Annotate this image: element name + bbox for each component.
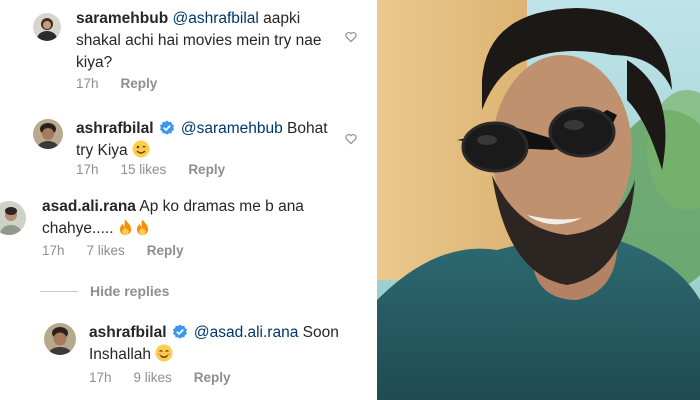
reply-button[interactable]: Reply (188, 162, 225, 177)
comment-likes[interactable]: 9 likes (134, 370, 172, 385)
comment-likes[interactable]: 7 likes (87, 243, 125, 258)
comment-body: asad.ali.rana Ap ko dramas me b ana chah… (42, 196, 332, 240)
fire-emoji-icon (118, 219, 133, 236)
comment-time: 17h (76, 162, 99, 177)
comment-username[interactable]: ashrafbilal (89, 324, 167, 341)
avatar[interactable] (33, 119, 63, 149)
comment-mention[interactable]: @ashrafbilal (172, 10, 258, 27)
comment-time: 17h (42, 243, 65, 258)
hide-replies-label: Hide replies (90, 283, 170, 299)
comment-body: ashrafbilal @saramehbub Bohat try Kiya (76, 118, 338, 162)
comment-body: ashrafbilal @asad.ali.rana Soon Inshalla… (89, 322, 354, 366)
comment-mention[interactable]: @saramehbub (181, 120, 283, 137)
comment-meta: 17h 9 likes Reply (89, 370, 253, 385)
like-heart-icon[interactable] (345, 30, 357, 43)
comments-panel: saramehbub @ashrafbilal aapki shakal ach… (0, 0, 377, 400)
comment-username[interactable]: ashrafbilal (76, 120, 154, 137)
smiling-face-emoji-icon (155, 344, 173, 362)
comment-time: 17h (89, 370, 112, 385)
comment-username[interactable]: asad.ali.rana (42, 198, 136, 215)
comment-mention[interactable]: @asad.ali.rana (194, 324, 299, 341)
comment-meta: 17h Reply (76, 76, 179, 91)
divider (40, 290, 78, 292)
comment-likes[interactable]: 15 likes (121, 162, 167, 177)
comment-meta: 17h 7 likes Reply (42, 243, 206, 258)
hide-replies-button[interactable]: Hide replies (40, 283, 169, 299)
comment-meta: 17h 15 likes Reply (76, 162, 247, 177)
reply-button[interactable]: Reply (147, 243, 184, 258)
comment-username[interactable]: saramehbub (76, 10, 168, 27)
like-heart-icon[interactable] (345, 132, 357, 145)
avatar[interactable] (44, 323, 76, 355)
avatar[interactable] (0, 201, 26, 235)
verified-badge-icon (172, 324, 188, 340)
verified-badge-icon (159, 120, 175, 136)
fire-emoji-icon (135, 219, 150, 236)
winking-face-emoji-icon (132, 140, 150, 158)
reply-button[interactable]: Reply (121, 76, 158, 91)
profile-photo (377, 0, 700, 400)
avatar[interactable] (33, 13, 61, 41)
comment-time: 17h (76, 76, 99, 91)
portrait-illustration (377, 0, 700, 400)
reply-button[interactable]: Reply (194, 370, 231, 385)
comment-body: saramehbub @ashrafbilal aapki shakal ach… (76, 8, 336, 74)
